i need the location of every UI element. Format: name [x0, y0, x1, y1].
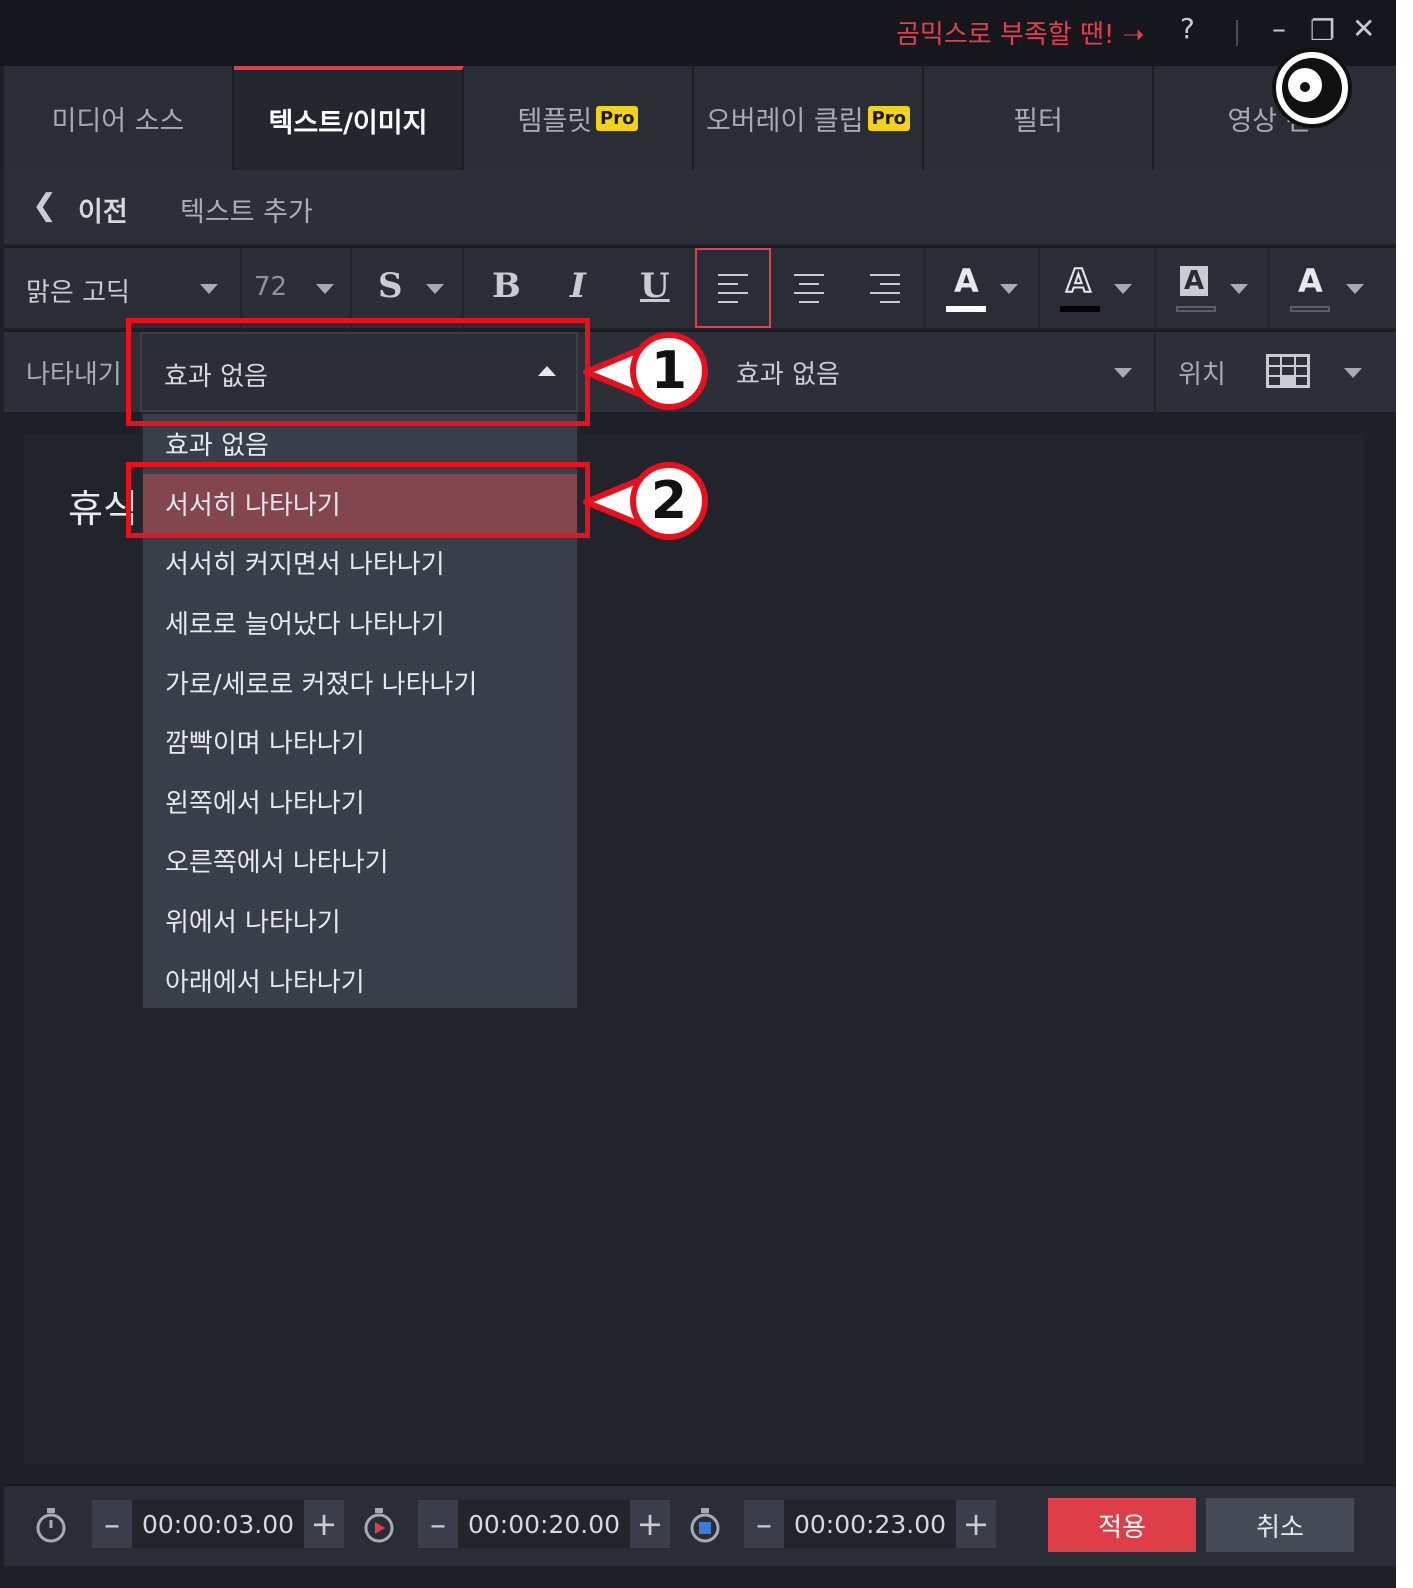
dropdown-item[interactable]: 세로로 늘어났다 나타나기 — [143, 593, 577, 653]
shadow-color-swatch — [1290, 306, 1330, 312]
titlebar-divider — [1236, 20, 1238, 46]
duration-stepper: – 00:00:20.00 + — [418, 1500, 671, 1548]
tab-label: 미디어 소스 — [51, 105, 185, 137]
text-color-swatch — [946, 306, 986, 312]
position-grid-icon[interactable] — [1266, 354, 1310, 388]
start-time-stepper: – 00:00:03.00 + — [92, 1500, 345, 1548]
pro-badge: Pro — [867, 105, 911, 131]
tab-label: 텍스트/이미지 — [268, 107, 428, 139]
chevron-down-icon — [316, 284, 334, 294]
dropdown-item[interactable]: 오른쪽에서 나타나기 — [143, 831, 577, 891]
close-button[interactable]: ✕ — [1352, 12, 1375, 45]
tab-template[interactable]: 템플릿 Pro — [464, 66, 694, 170]
duration-input[interactable]: 00:00:20.00 — [458, 1500, 631, 1548]
align-left-icon[interactable] — [718, 274, 748, 304]
chevron-down-icon — [1346, 284, 1364, 294]
upgrade-promo-link[interactable]: 곰믹스로 부족할 땐! ➝ — [896, 14, 1144, 51]
tab-text-image[interactable]: 텍스트/이미지 — [234, 66, 464, 170]
bold-button[interactable]: B — [492, 266, 521, 306]
bottom-bar: – 00:00:03.00 + – 00:00:20.00 + – 00:00:… — [4, 1484, 1396, 1566]
effect-row-divider — [1154, 332, 1156, 414]
annotation-box-1 — [126, 318, 590, 426]
dropdown-item[interactable]: 왼쪽에서 나타나기 — [143, 772, 577, 832]
main-tabs: 미디어 소스 텍스트/이미지 템플릿 Pro 오버레이 클립 Pro 필터 영상 전 — [4, 66, 1396, 170]
tab-label: 필터 — [1013, 105, 1063, 137]
chevron-down-icon — [1230, 284, 1248, 294]
end-time-stopwatch-icon — [690, 1508, 720, 1543]
dropdown-item[interactable]: 아래에서 나타나기 — [143, 950, 577, 1010]
dropdown-item[interactable]: 깜빡이며 나타나기 — [143, 712, 577, 772]
shadow-color-picker[interactable]: A — [1270, 248, 1396, 330]
title-bar: 곰믹스로 부족할 땐! ➝ ? – ❐ ✕ — [0, 0, 1396, 66]
duration-stopwatch-icon — [364, 1508, 394, 1543]
tab-label: 템플릿 — [517, 105, 593, 137]
shadow-color-icon: A — [1298, 262, 1323, 300]
text-format-toolbar: 맑은 고딕 72 S B I U A A A A — [4, 246, 1396, 330]
eye-logo-icon — [1272, 48, 1352, 128]
restore-button[interactable]: ❐ — [1310, 14, 1335, 47]
chevron-down-icon — [426, 284, 444, 294]
help-button[interactable]: ? — [1180, 12, 1195, 45]
start-time-increase[interactable]: + — [304, 1505, 344, 1543]
duration-increase[interactable]: + — [630, 1505, 670, 1543]
underline-button[interactable]: U — [640, 266, 670, 306]
tab-overlay-clip[interactable]: 오버레이 클립 Pro — [694, 66, 924, 170]
align-right-icon[interactable] — [870, 274, 900, 304]
callout-step-2: 2 — [630, 462, 708, 540]
background-color-picker[interactable]: A — [1156, 248, 1270, 330]
disappear-effect-select[interactable]: 효과 없음 — [736, 354, 840, 391]
outline-color-picker[interactable]: A — [1040, 248, 1156, 330]
font-size-value: 72 — [254, 272, 288, 302]
apply-button[interactable]: 적용 — [1048, 1498, 1196, 1552]
chevron-down-icon[interactable] — [1344, 368, 1362, 378]
end-time-decrease[interactable]: – — [744, 1505, 784, 1543]
start-time-stopwatch-icon — [36, 1508, 66, 1543]
pro-badge: Pro — [596, 105, 639, 131]
duration-decrease[interactable]: – — [418, 1505, 458, 1543]
align-center-icon[interactable] — [794, 274, 824, 304]
minimize-button[interactable]: – — [1272, 12, 1286, 45]
background-color-icon: A — [1180, 266, 1209, 296]
back-button[interactable]: 이전 — [78, 190, 128, 229]
cancel-button[interactable]: 취소 — [1206, 1498, 1354, 1552]
callout-step-1: 1 — [630, 332, 708, 410]
chevron-down-icon — [1000, 284, 1018, 294]
tab-label: 오버레이 클립 — [705, 105, 864, 137]
chevron-down-icon — [200, 284, 218, 294]
app-window: 곰믹스로 부족할 땐! ➝ ? – ❐ ✕ 미디어 소스 텍스트/이미지 템플릿… — [0, 0, 1396, 1588]
outline-color-swatch — [1060, 306, 1100, 312]
breadcrumb: ❮ 이전 텍스트 추가 — [4, 170, 1396, 244]
font-family-value: 맑은 고딕 — [26, 278, 130, 308]
dropdown-item[interactable]: 위에서 나타나기 — [143, 891, 577, 951]
start-time-decrease[interactable]: – — [92, 1505, 132, 1543]
italic-button[interactable]: I — [570, 266, 586, 306]
background-color-swatch — [1176, 306, 1216, 312]
end-time-stepper: – 00:00:23.00 + — [744, 1500, 997, 1548]
chevron-down-icon — [1114, 284, 1132, 294]
appear-effect-label: 나타내기 — [26, 360, 122, 390]
start-time-input[interactable]: 00:00:03.00 — [132, 1500, 305, 1548]
annotation-box-2 — [126, 462, 590, 538]
position-label: 위치 — [1178, 360, 1226, 390]
text-color-icon: A — [954, 262, 979, 300]
page-title: 텍스트 추가 — [180, 197, 313, 228]
dropdown-item[interactable]: 서서히 커지면서 나타나기 — [143, 533, 577, 593]
dropdown-item[interactable]: 가로/세로로 커졌다 나타나기 — [143, 652, 577, 712]
text-color-picker[interactable]: A — [926, 248, 1040, 330]
end-time-increase[interactable]: + — [956, 1505, 996, 1543]
chevron-down-icon[interactable] — [1114, 368, 1132, 378]
shadow-s-icon: S — [378, 266, 403, 306]
outline-color-icon: A — [1065, 261, 1092, 301]
chevron-left-icon[interactable]: ❮ — [32, 188, 57, 223]
tab-media-source[interactable]: 미디어 소스 — [4, 66, 234, 170]
tab-filter[interactable]: 필터 — [924, 66, 1154, 170]
end-time-input[interactable]: 00:00:23.00 — [784, 1500, 957, 1548]
